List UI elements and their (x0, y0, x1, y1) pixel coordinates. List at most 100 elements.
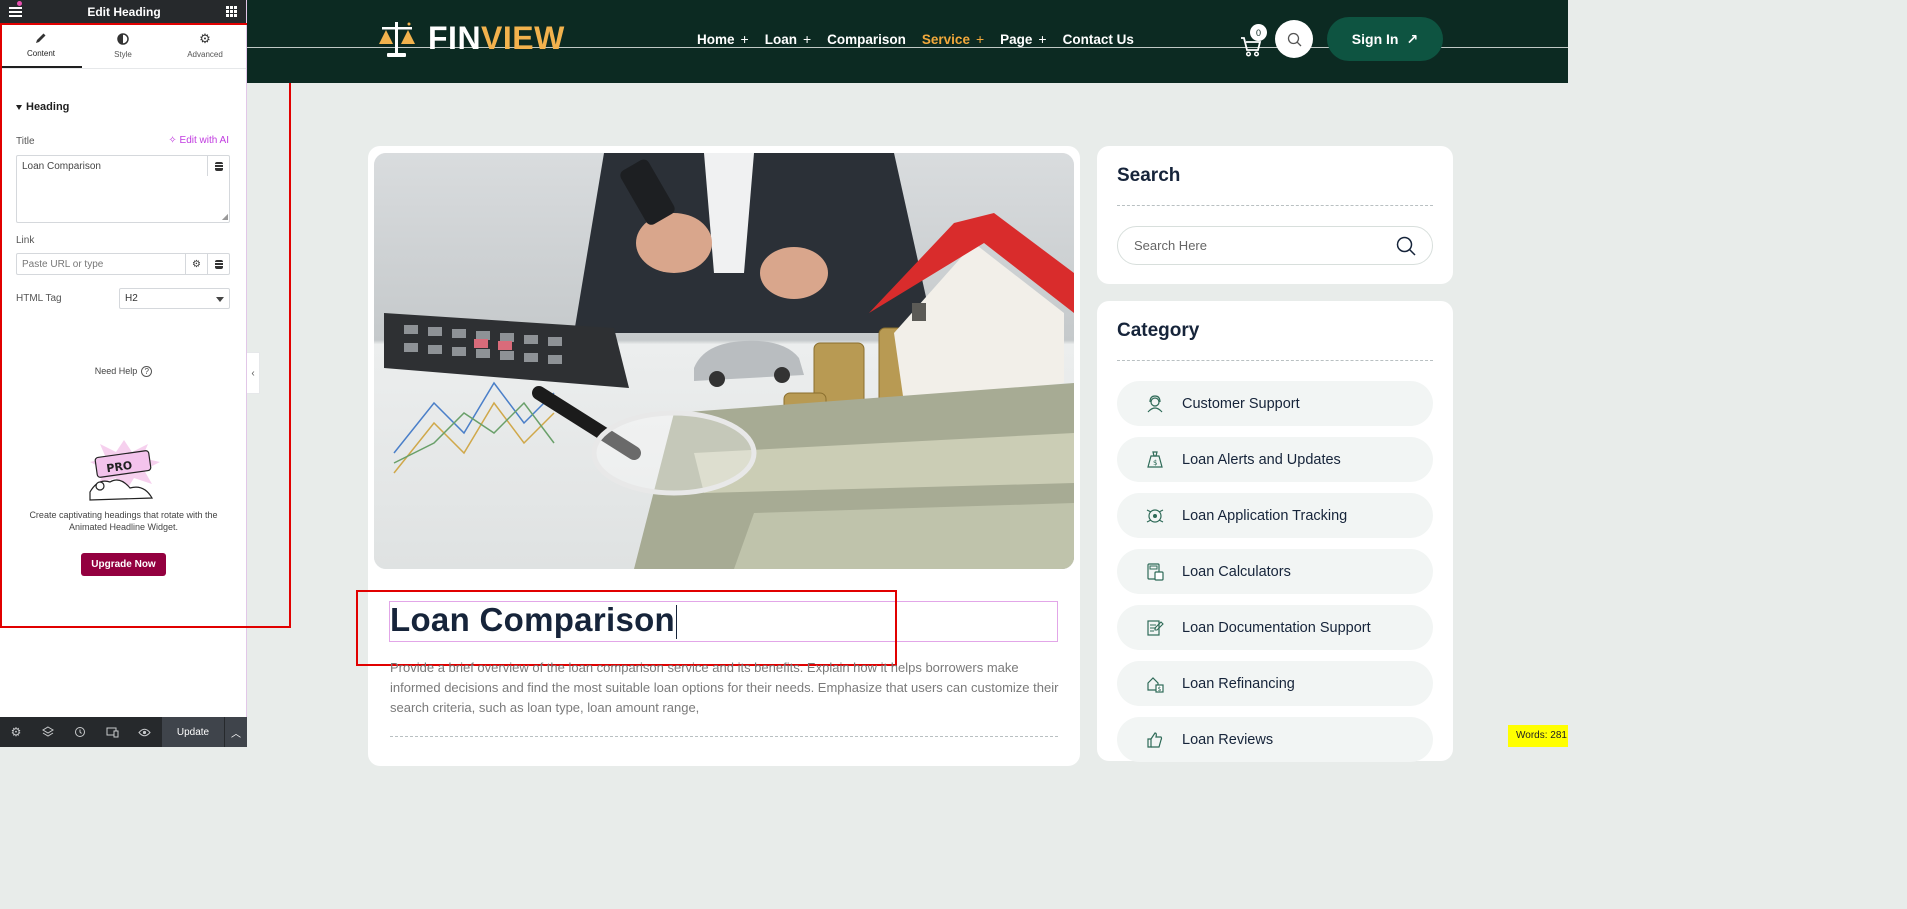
title-textarea-value: Loan Comparison (22, 161, 101, 172)
category-label: Loan Refinancing (1182, 675, 1295, 692)
pencil-icon (36, 33, 46, 43)
editor-panel: Edit Heading Content Style ⚙ Advanced He… (0, 0, 247, 747)
preview-eye-icon[interactable] (128, 717, 160, 747)
tab-advanced-label: Advanced (187, 50, 223, 59)
nav-item-label: Service (921, 31, 970, 47)
link-options-button[interactable]: ⚙ (185, 254, 207, 274)
edit-with-ai-link[interactable]: ✧ Edit with AI (168, 135, 229, 146)
gear-icon: ⚙ (192, 258, 201, 270)
search-divider (1117, 205, 1433, 206)
responsive-mode-icon[interactable] (96, 717, 128, 747)
category-item-loan-reviews[interactable]: Loan Reviews (1117, 717, 1433, 762)
svg-text:$: $ (1153, 459, 1157, 467)
dynamic-tags-button[interactable] (207, 156, 229, 176)
sidebar-search-input[interactable]: Search Here (1117, 226, 1433, 265)
category-item-loan-alerts[interactable]: $ Loan Alerts and Updates (1117, 437, 1433, 482)
history-icon[interactable] (64, 717, 96, 747)
logo-text-fin: FIN (428, 19, 482, 56)
hero-image (374, 153, 1074, 569)
sidebar-search-placeholder: Search Here (1134, 238, 1207, 253)
link-dynamic-button[interactable] (207, 254, 229, 274)
section-title-label: Heading (26, 101, 70, 113)
category-item-loan-application-tracking[interactable]: Loan Application Tracking (1117, 493, 1433, 538)
nav-item-label: Contact Us (1062, 31, 1134, 47)
panel-footer: ⚙ Update ︿ (0, 717, 247, 747)
tab-content[interactable]: Content (0, 23, 82, 68)
nav-item-label: Home (697, 31, 735, 47)
title-label: Title (16, 136, 35, 147)
article-divider (390, 736, 1058, 737)
nav-item-home[interactable]: Home + (697, 31, 749, 47)
category-item-loan-calculators[interactable]: Loan Calculators (1117, 549, 1433, 594)
question-icon: ? (141, 366, 153, 377)
document-pen-icon (1143, 616, 1167, 640)
scale-logo-icon (379, 22, 415, 57)
nav-item-service[interactable]: Service + (922, 31, 984, 47)
sign-in-button[interactable]: Sign In ↗ (1327, 17, 1443, 61)
link-input[interactable]: Paste URL or type (17, 254, 185, 274)
site-logo[interactable]: FINVIEW (376, 18, 565, 58)
chevron-down-icon (216, 297, 224, 302)
category-item-customer-support[interactable]: Customer Support (1117, 381, 1433, 426)
settings-icon[interactable]: ⚙ (0, 717, 32, 747)
article-paragraph: Provide a brief overview of the loan com… (390, 660, 1059, 715)
upgrade-now-button[interactable]: Upgrade Now (81, 553, 166, 576)
thumbs-up-icon (1143, 728, 1167, 752)
plus-icon: + (802, 31, 812, 47)
refinance-house-icon: $ (1143, 672, 1167, 696)
link-field: Paste URL or type ⚙ (16, 253, 230, 275)
pro-promo-illustration: PRO (89, 440, 160, 501)
half-circle-icon (117, 32, 129, 45)
nav-item-contact-us[interactable]: Contact Us (1063, 31, 1134, 47)
tab-style[interactable]: Style (82, 23, 164, 68)
nav-item-page[interactable]: Page + (1000, 31, 1046, 47)
header-search-button[interactable] (1275, 20, 1313, 58)
need-help-label: Need Help (94, 366, 138, 376)
panel-tabs: Content Style ⚙ Advanced (0, 23, 246, 69)
loan-finance-photo (374, 153, 1074, 569)
article-heading[interactable]: Loan Comparison (390, 601, 678, 640)
calculator-icon (1143, 560, 1167, 584)
panel-title: Edit Heading (87, 4, 161, 19)
svg-text:$: $ (1158, 686, 1162, 693)
arrow-up-right-icon: ↗ (1406, 30, 1419, 47)
category-label: Loan Alerts and Updates (1182, 451, 1341, 468)
article-heading-text: Loan Comparison (390, 601, 676, 638)
nav-item-comparison[interactable]: Comparison (827, 31, 906, 47)
update-options-chevron-up-icon[interactable]: ︿ (224, 717, 247, 747)
update-button[interactable]: Update (162, 717, 224, 747)
html-tag-select[interactable]: H2 (119, 288, 230, 309)
category-label: Loan Calculators (1182, 563, 1291, 580)
section-heading-toggle[interactable]: Heading (16, 101, 69, 113)
plus-icon: + (1038, 31, 1047, 47)
logo-text: FINVIEW (428, 20, 565, 57)
promo-text: Create captivating headings that rotate … (29, 510, 218, 532)
category-label: Loan Documentation Support (1182, 619, 1371, 636)
category-divider (1117, 360, 1433, 361)
nav-item-label: Loan (764, 31, 797, 47)
caret-down-icon (16, 104, 22, 110)
resize-handle-icon[interactable]: ◢ (222, 213, 228, 221)
link-label: Link (16, 235, 35, 246)
tab-advanced[interactable]: ⚙ Advanced (164, 23, 246, 68)
category-item-loan-documentation-support[interactable]: Loan Documentation Support (1117, 605, 1433, 650)
nav-item-loan[interactable]: Loan + (765, 31, 811, 47)
collapse-panel-chevron-left-icon[interactable]: ‹ (247, 352, 260, 394)
plus-icon: + (975, 31, 985, 47)
category-item-loan-refinancing[interactable]: $ Loan Refinancing (1117, 661, 1433, 706)
title-textarea[interactable]: Loan Comparison ◢ (16, 155, 230, 223)
edit-with-ai-label: Edit with AI (179, 135, 229, 146)
widgets-grid-icon[interactable] (226, 6, 237, 17)
category-label: Loan Reviews (1182, 731, 1274, 748)
nav-item-label: Comparison (827, 31, 906, 47)
tracking-target-icon (1143, 504, 1167, 528)
search-widget-title: Search (1117, 165, 1181, 186)
search-icon (1287, 32, 1301, 46)
hamburger-menu-icon[interactable] (9, 0, 22, 17)
search-icon[interactable] (1396, 236, 1416, 256)
layers-icon[interactable] (32, 717, 64, 747)
tab-style-label: Style (114, 49, 132, 59)
ai-sparkle-icon: ✧ (168, 135, 177, 146)
category-label: Customer Support (1182, 395, 1300, 412)
need-help-link[interactable]: Need Help? (0, 366, 247, 377)
